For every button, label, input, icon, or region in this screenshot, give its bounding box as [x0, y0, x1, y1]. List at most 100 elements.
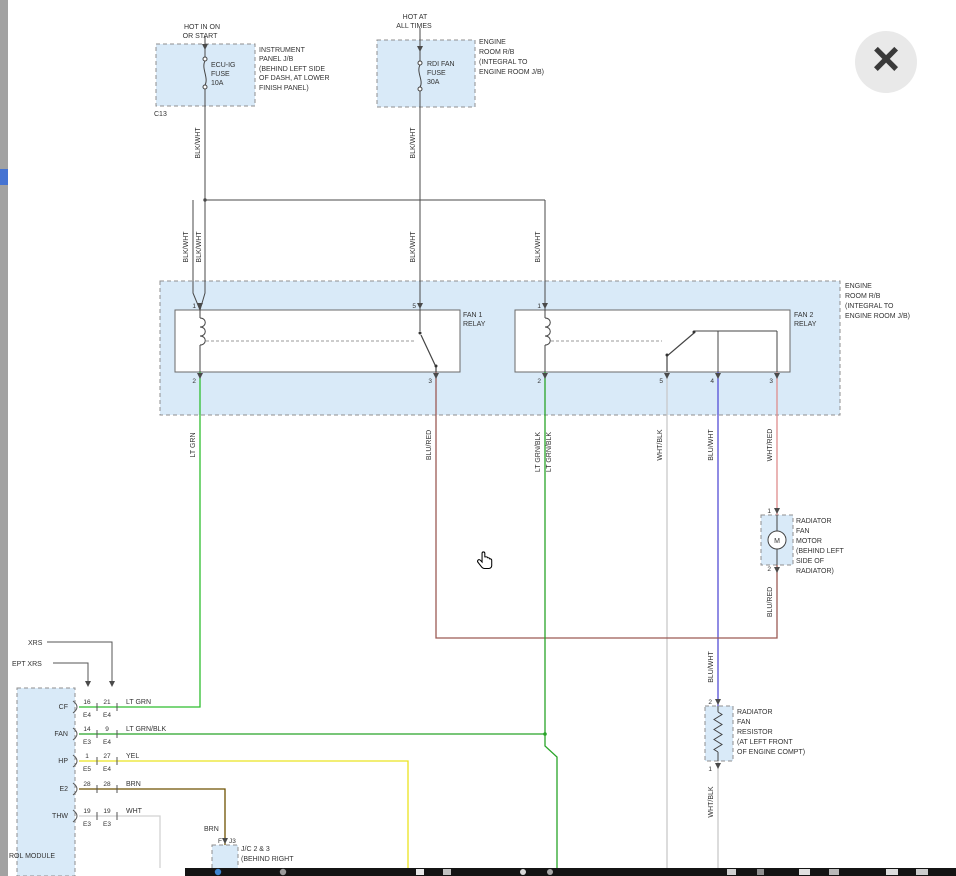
connector-name: XRS [28, 640, 43, 647]
fuse-rating: 30A [427, 79, 440, 86]
pin-number: F [218, 838, 222, 845]
pin-number: 28 [103, 781, 111, 788]
wire-label: BLK/WHT [410, 127, 417, 159]
location-note: RESISTOR [737, 729, 773, 736]
wire-label: WHT/BLK [657, 429, 664, 460]
pin-number: 28 [83, 781, 91, 788]
power-label: ALL TIMES [396, 23, 432, 30]
taskbar-app-icon[interactable] [416, 869, 424, 875]
location-note: ENGINE ROOM J/B) [479, 69, 544, 76]
pin-number: 3 [428, 378, 432, 385]
power-label: HOT IN ON [184, 24, 220, 31]
location-note: (BEHIND LEFT SIDE [259, 66, 325, 73]
location-note: SIDE OF [796, 558, 824, 565]
wire-label: YEL [126, 753, 139, 760]
taskbar-app-icon[interactable] [215, 869, 221, 875]
modal-background [8, 0, 956, 876]
location-note: (BEHIND LEFT [796, 548, 845, 555]
page-edge [0, 0, 8, 876]
resistor-box [705, 706, 733, 761]
fuse-box-rdifan [377, 40, 475, 107]
power-label: OR START [183, 33, 218, 40]
fuse-name: FUSE [211, 71, 230, 78]
location-note: PANEL J/B [259, 56, 294, 63]
wire-label: BLK/WHT [195, 127, 202, 159]
wire-label: BLK/WHT [535, 231, 542, 263]
taskbar-app-icon[interactable] [886, 869, 898, 875]
wire-label: BLU/RED [426, 430, 433, 460]
fuse-name: ECU-IG [211, 62, 236, 69]
connector-id: E5 [83, 766, 91, 773]
wiring-diagram: HOT IN ON OR START HOT AT ALL TIMES ECU-… [0, 0, 956, 876]
taskbar-app-icon[interactable] [799, 869, 810, 875]
location-note: FAN [737, 719, 751, 726]
location-note: ROOM R/B [845, 293, 881, 300]
relay-name: RELAY [463, 321, 486, 328]
page-edge-accent [0, 169, 8, 185]
fuse-rating: 10A [211, 80, 224, 87]
pin-number: 1 [537, 303, 541, 310]
module-label: ROL MODULE [9, 853, 55, 860]
fuse-name: FUSE [427, 70, 446, 77]
relay-name: RELAY [794, 321, 817, 328]
wire-label: LT GRN/BLK [126, 726, 167, 733]
taskbar[interactable] [185, 868, 956, 876]
relay-name: FAN 2 [794, 312, 814, 319]
connector-id: E4 [83, 712, 91, 719]
pin-number: 5 [412, 303, 416, 310]
connector-id: E4 [103, 766, 111, 773]
taskbar-app-icon[interactable] [520, 869, 526, 875]
pin-number: 27 [103, 753, 111, 760]
taskbar-app-icon[interactable] [727, 869, 736, 875]
pin-number: 19 [83, 808, 91, 815]
taskbar-app-icon[interactable] [547, 869, 553, 875]
pin-number: 1 [708, 766, 712, 773]
taskbar-strip[interactable] [185, 868, 956, 876]
taskbar-app-icon[interactable] [280, 869, 286, 875]
location-note: FAN [796, 528, 810, 535]
taskbar-app-icon[interactable] [829, 869, 839, 875]
ecm-pin-name: THW [52, 813, 68, 820]
power-label: HOT AT [403, 14, 428, 21]
pin-number: 1 [192, 303, 196, 310]
location-note: MOTOR [796, 538, 822, 545]
location-note: RADIATOR [796, 518, 832, 525]
wire-label: BRN [126, 781, 141, 788]
ecm-box [17, 688, 75, 876]
wire-label: BLK/WHT [196, 231, 203, 263]
location-note: J/C 2 & 3 [241, 846, 270, 853]
pin-number: 2 [192, 378, 196, 385]
close-button[interactable]: × [855, 31, 917, 93]
pin-number: 2 [708, 699, 712, 706]
connector-id: E3 [83, 739, 91, 746]
wire-label: BLU/WHT [708, 429, 715, 461]
location-note: RADIATOR [737, 709, 773, 716]
pin-number: 14 [83, 726, 91, 733]
taskbar-app-icon[interactable] [916, 869, 928, 875]
wire-label: BLK/WHT [183, 231, 190, 263]
taskbar-app-icon[interactable] [443, 869, 451, 875]
location-note: FINISH PANEL) [259, 85, 309, 92]
location-note: ENGINE [845, 283, 872, 290]
wire-label: BRN [204, 826, 219, 833]
location-note: OF DASH, AT LOWER [259, 75, 330, 82]
location-note: (INTEGRAL TO [479, 59, 528, 66]
pin-number: 3 [769, 378, 773, 385]
connector-id: E3 [83, 821, 91, 828]
close-icon: × [872, 36, 900, 84]
wire-label: LT GRN [190, 432, 197, 457]
connector-id: E4 [103, 739, 111, 746]
wire-label: BLU/WHT [708, 651, 715, 683]
ecm-pin-name: E2 [59, 786, 68, 793]
pin-number: 21 [103, 699, 111, 706]
taskbar-app-icon[interactable] [757, 869, 764, 875]
connector-name: EPT XRS [12, 661, 42, 668]
location-note: INSTRUMENT [259, 47, 306, 54]
wire-label: BLK/WHT [410, 231, 417, 263]
motor-symbol-letter: M [774, 538, 780, 545]
pin-number: 19 [103, 808, 111, 815]
wire-label: WHT/BLK [708, 786, 715, 817]
junction-dot [543, 732, 547, 736]
wire-label: WHT [126, 808, 143, 815]
location-note: (INTEGRAL TO [845, 303, 894, 310]
